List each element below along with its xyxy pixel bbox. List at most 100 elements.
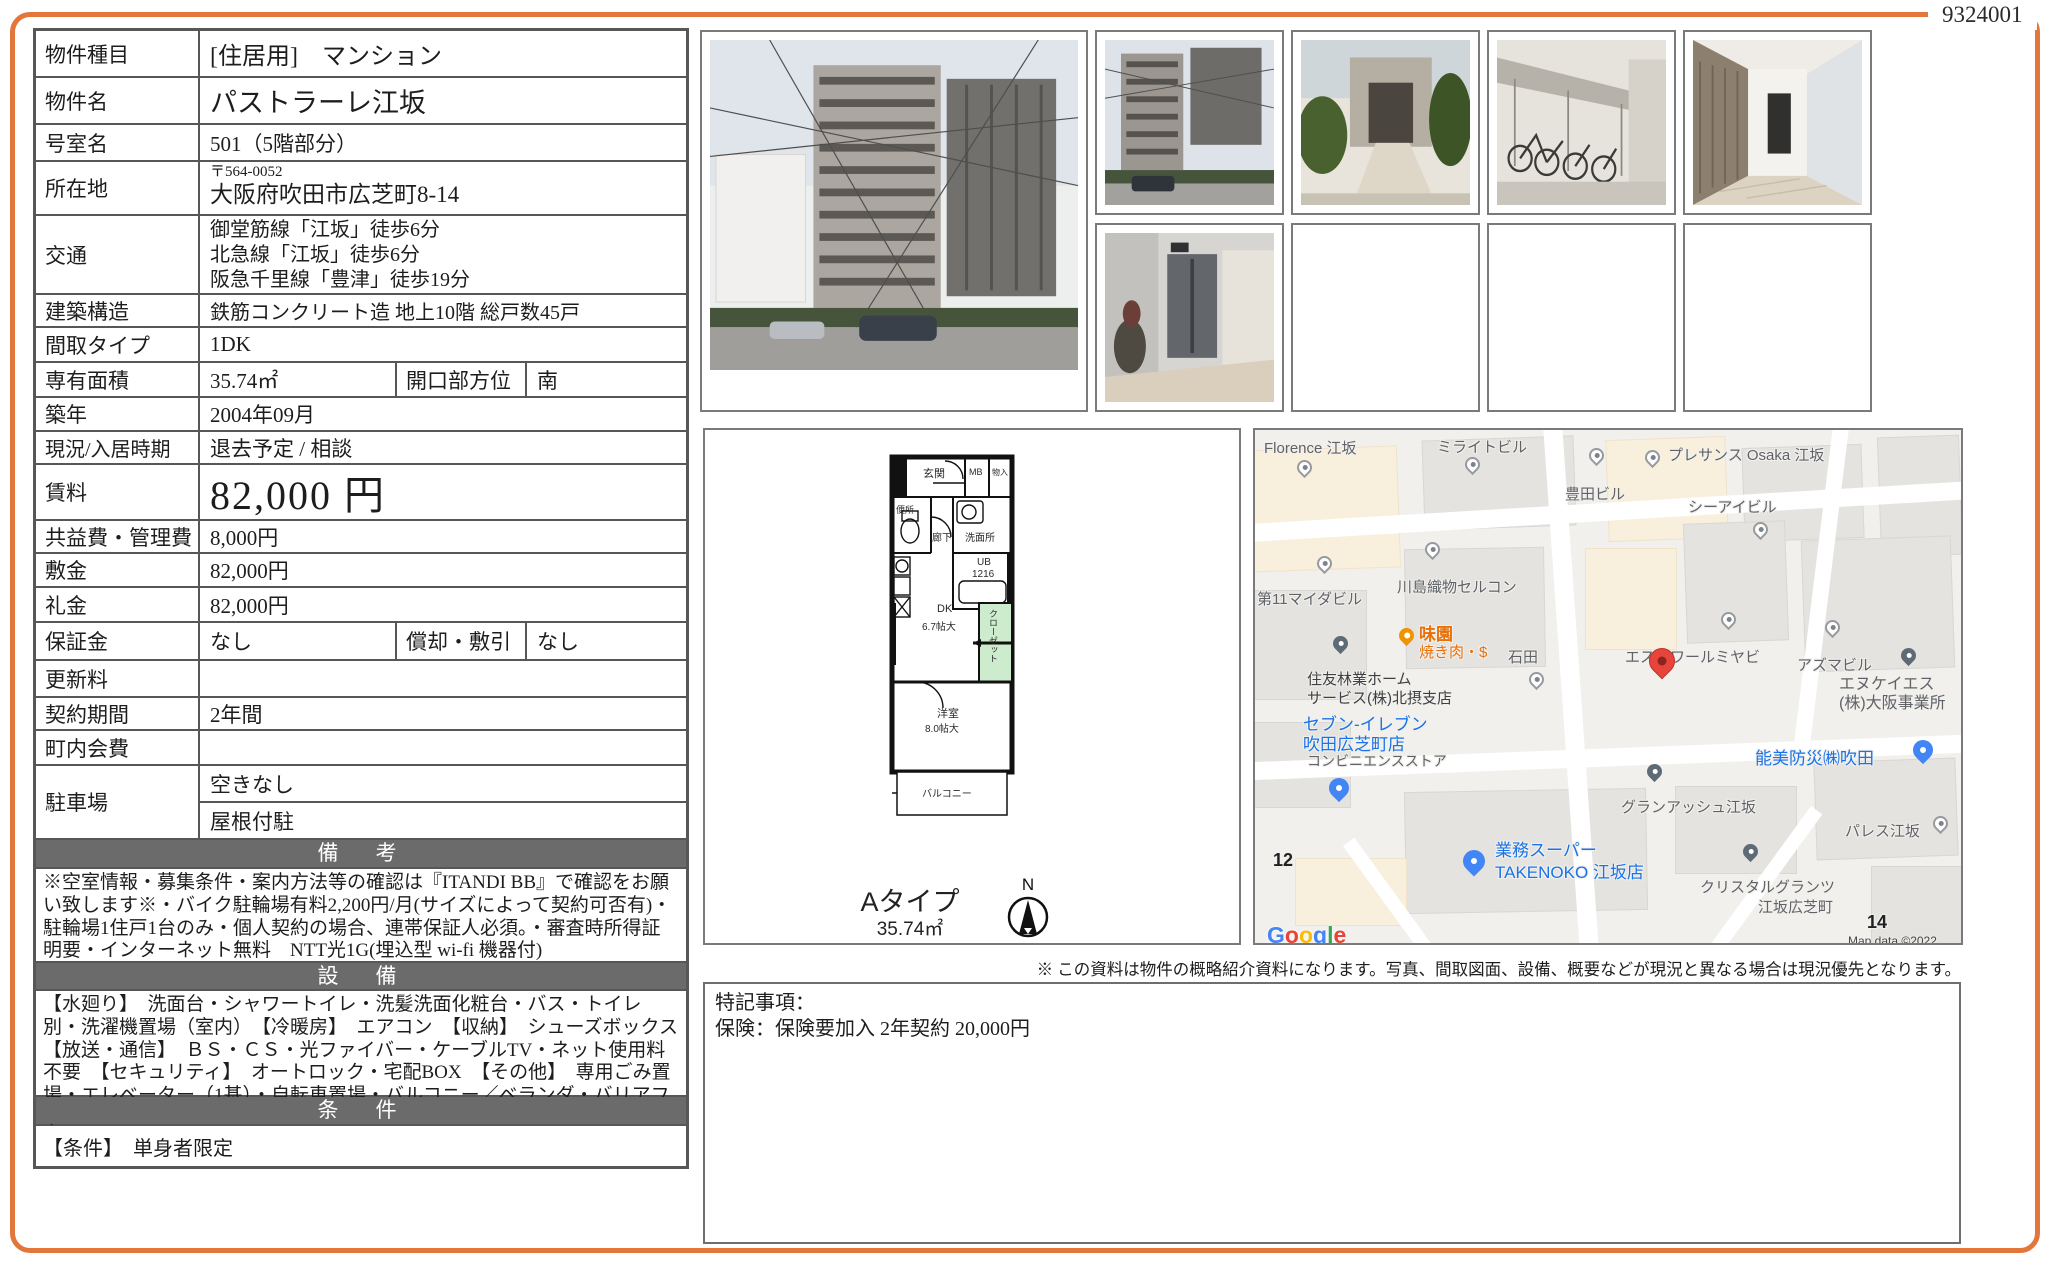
- room-label-bedroom: 洋室: [937, 705, 959, 721]
- room-label-closet: クローゼット: [987, 609, 1000, 679]
- table-row-property-name: 物件名 パストラーレ江坂: [36, 78, 686, 125]
- transport-line-2: 北急線「江坂」徒歩6分: [210, 243, 686, 268]
- equipment-header: 設 備: [36, 963, 686, 991]
- map-building-block: [1683, 520, 1789, 643]
- row-label: 所在地: [36, 162, 200, 214]
- row-label: 町内会費: [36, 731, 200, 764]
- table-row-area: 専有面積 35.74㎡ 開口部方位 南: [36, 363, 686, 398]
- conditions-title: 条 件: [36, 1097, 686, 1124]
- transport-line-1: 御堂筋線「江坂」徒歩6分: [210, 218, 686, 243]
- room-label-bedroom-size: 8.0帖大: [925, 720, 959, 735]
- building-exterior-illustration: [710, 40, 1078, 370]
- table-row-deposit: 敷金 82,000円: [36, 554, 686, 588]
- row-value: 鉄筋コンクリート造 地上10階 総戸数45戸: [200, 295, 686, 326]
- room-label-dk-size: 6.7帖大: [922, 618, 956, 633]
- map-label-ajien-sub: 焼き肉・$: [1419, 641, 1487, 662]
- map-building-block: [1585, 548, 1677, 650]
- photo-slot-empty-2: [1487, 223, 1676, 412]
- remarks-text: ※空室情報・募集条件・案内方法等の確認は『ITANDI BB』で確認をお願い致し…: [36, 869, 686, 961]
- photo-common-hallway: [1683, 30, 1872, 215]
- photo-building-side: [1095, 30, 1284, 215]
- conditions-row: 【条件】 単身者限定: [36, 1126, 686, 1166]
- map-label-mirait-building: ミライトビル: [1437, 436, 1527, 457]
- row-label: 専有面積: [36, 363, 200, 396]
- room-label-entrance: 玄関: [923, 465, 945, 481]
- disclaimer-note: ※ この資料は物件の概略紹介資料になります。写真、間取図面、設備、概要などが現況…: [703, 956, 1961, 980]
- conditions-text: 【条件】 単身者限定: [36, 1126, 686, 1166]
- map-label-sumitomo-forestry: 住友林業ホーム: [1307, 668, 1412, 689]
- google-logo-letter: o: [1285, 922, 1299, 945]
- map-pin-icon: [1586, 445, 1607, 466]
- row-value: 35.74㎡: [200, 363, 397, 396]
- row-value: なし: [200, 623, 397, 659]
- row-label: 交通: [36, 216, 200, 293]
- photo-slot-empty-1: [1291, 223, 1480, 412]
- row-label: 保証金: [36, 623, 200, 659]
- table-row-guarantee: 保証金 なし 償却・敷引 なし: [36, 623, 686, 661]
- row-label: 建築構造: [36, 295, 200, 326]
- room-label-hallway: 廊下: [932, 529, 952, 544]
- table-row-key-money: 礼金 82,000円: [36, 588, 686, 623]
- room-label-meter-box: MB: [969, 467, 983, 477]
- room-label-unit-bath: UB: [977, 557, 991, 568]
- room-label-washroom: 洗面所: [965, 529, 995, 544]
- row-label: 賃料: [36, 465, 200, 519]
- table-row-parking: 駐車場 空きなし 屋根付駐: [36, 766, 686, 840]
- row-value: 2004年09月: [200, 398, 686, 430]
- room-label-balcony: バルコニー: [922, 785, 972, 800]
- map-label-grand-ash-esaka: グランアッシュ江坂: [1621, 796, 1756, 817]
- map-label-sumitomo-forestry-sub: サービス(株)北摂支店: [1307, 687, 1452, 708]
- row-label: 物件種目: [36, 31, 200, 76]
- photo-entrance-approach: [1291, 30, 1480, 215]
- map-label-florence-esaka: Florence 江坂: [1264, 437, 1357, 458]
- table-row-layout-type: 間取タイプ 1DK: [36, 328, 686, 363]
- photo-elevator-hall: [1095, 223, 1284, 412]
- map-label-gyomu-super-sub: TAKENOKO 江坂店: [1495, 858, 1644, 883]
- floor-plan-drawing: 玄関 MB 物入 便所 廊下 洗面所 UB 1216 DK 6.7帖大 クローゼ…: [889, 453, 1015, 819]
- equipment-title: 設 備: [36, 963, 686, 989]
- map-label-espoir-miyabi: エスポワールミヤビ: [1625, 646, 1760, 667]
- map-label-crystal-grants-sub: 江坂広芝町: [1758, 896, 1833, 917]
- entrance-approach-illustration: [1301, 40, 1470, 205]
- row-label: 現況/入居時期: [36, 432, 200, 463]
- address-text: 大阪府吹田市広芝町8-14: [210, 181, 686, 209]
- google-logo-letter: o: [1299, 922, 1313, 945]
- transport-line-3: 阪急千里線「豊津」徒歩19分: [210, 268, 686, 293]
- room-label-dk: DK: [937, 603, 952, 615]
- map-label-crystal-grants: クリスタルグランツ: [1700, 876, 1835, 897]
- remarks-title: 備 考: [36, 840, 686, 867]
- bicycle-parking-illustration: [1497, 40, 1666, 205]
- map-road-number-12: 12: [1273, 850, 1293, 871]
- google-logo: Google: [1267, 922, 1346, 945]
- parking-values: 空きなし 屋根付駐: [200, 766, 686, 838]
- special-notes-box: 特記事項： 保険：保険要加入 2年契約 20,000円: [703, 982, 1961, 1244]
- row-label: 敷金: [36, 554, 200, 586]
- photo-bicycle-parking: [1487, 30, 1676, 215]
- table-row-renewal-fee: 更新料: [36, 661, 686, 698]
- table-row-transport: 交通 御堂筋線「江坂」徒歩6分 北急線「江坂」徒歩6分 阪急千里線「豊津」徒歩1…: [36, 216, 686, 295]
- map-road-number-14: 14: [1867, 912, 1887, 933]
- table-row-management-fee: 共益費・管理費 8,000円: [36, 521, 686, 554]
- map-label-ci-building: シーアイビル: [1688, 496, 1777, 517]
- row-label: 更新料: [36, 661, 200, 696]
- row-value-2: 南: [527, 363, 686, 396]
- table-row-rent: 賃料 82,000 円: [36, 465, 686, 521]
- room-label-storage: 物入: [992, 467, 1008, 478]
- property-flyer-page: 9324001 物件種目 [住居用] マンション 物件名 パストラーレ江坂 号室…: [0, 0, 2056, 1265]
- map-label-presance-osaka-esaka: プレサンス Osaka 江坂: [1668, 444, 1824, 465]
- row-label: 駐車場: [36, 766, 200, 838]
- row-label: 契約期間: [36, 698, 200, 729]
- special-notes-title: 特記事項：: [715, 990, 1949, 1016]
- row-label: 間取タイプ: [36, 328, 200, 361]
- parking-availability: 空きなし: [200, 766, 686, 803]
- google-logo-letter: e: [1333, 922, 1346, 945]
- postal-code: 〒564-0052: [210, 164, 686, 181]
- parking-type: 屋根付駐: [200, 803, 686, 838]
- map-copyright: Map data ©2022: [1848, 934, 1937, 945]
- table-row-town-fee: 町内会費: [36, 731, 686, 766]
- photo-slot-empty-3: [1683, 223, 1872, 412]
- row-value: 〒564-0052 大阪府吹田市広芝町8-14: [200, 162, 686, 214]
- google-logo-letter: G: [1267, 922, 1285, 945]
- room-label-unit-bath-size: 1216: [972, 569, 994, 580]
- document-id: 9324001: [1928, 0, 2037, 30]
